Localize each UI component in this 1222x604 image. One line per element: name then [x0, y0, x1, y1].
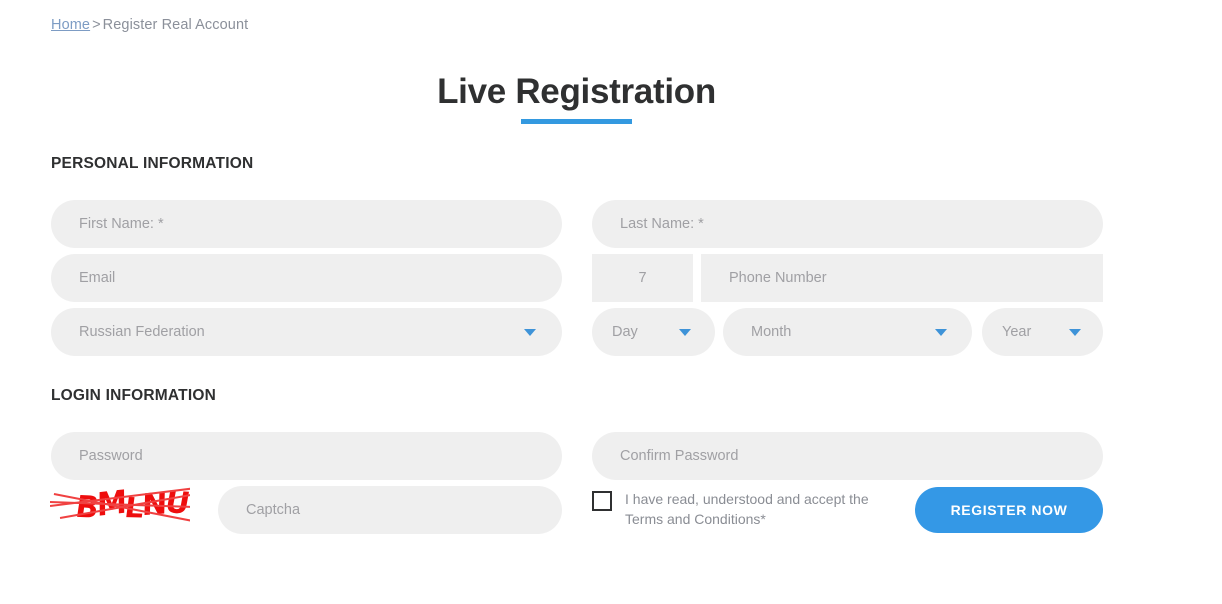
last-name-input[interactable]: Last Name: *	[592, 200, 1103, 248]
chevron-down-icon	[524, 329, 536, 336]
terms-checkbox[interactable]	[592, 491, 612, 511]
breadcrumb-separator: >	[92, 17, 101, 33]
captcha-char-1: B	[73, 489, 100, 526]
captcha-image: BMLNU	[50, 487, 190, 531]
chevron-down-icon	[679, 329, 691, 336]
country-select[interactable]: Russian Federation	[51, 308, 562, 356]
password-placeholder: Password	[79, 448, 143, 464]
breadcrumb-home-link[interactable]: Home	[51, 17, 90, 33]
registration-page: Home > Register Real Account Live Registra…	[0, 0, 1222, 604]
section-heading-personal-information: PERSONAL INFORMATION	[51, 155, 254, 172]
country-select-value: Russian Federation	[79, 324, 205, 340]
last-name-placeholder: Last Name: *	[620, 216, 704, 232]
birth-day-value: Day	[612, 324, 638, 340]
captcha-placeholder: Captcha	[246, 502, 301, 518]
email-input[interactable]: Email	[51, 254, 562, 302]
title-accent-bar	[521, 119, 632, 124]
confirm-password-input[interactable]: Confirm Password	[592, 432, 1103, 480]
phone-number-input[interactable]: Phone Number	[701, 254, 1103, 302]
confirm-password-placeholder: Confirm Password	[620, 448, 739, 464]
section-heading-login-information: LOGIN INFORMATION	[51, 387, 216, 404]
breadcrumb-current: Register Real Account	[102, 17, 249, 33]
chevron-down-icon	[935, 329, 947, 336]
phone-number-placeholder: Phone Number	[729, 270, 827, 286]
first-name-placeholder: First Name: *	[79, 216, 164, 232]
chevron-down-icon	[1069, 329, 1081, 336]
email-placeholder: Email	[79, 270, 116, 286]
country-code-input[interactable]: 7	[592, 254, 693, 302]
first-name-input[interactable]: First Name: *	[51, 200, 562, 248]
register-now-button[interactable]: REGISTER NOW	[915, 487, 1103, 533]
birth-year-value: Year	[1002, 324, 1032, 340]
birth-month-value: Month	[751, 324, 792, 340]
terms-label: I have read, understood and accept the T…	[625, 491, 869, 527]
page-title: Live Registration	[437, 72, 716, 111]
password-input[interactable]: Password	[51, 432, 562, 480]
country-code-value: 7	[638, 270, 647, 286]
birth-day-select[interactable]: Day	[592, 308, 715, 356]
birth-year-select[interactable]: Year	[982, 308, 1103, 356]
captcha-input[interactable]: Captcha	[218, 486, 562, 534]
birth-month-select[interactable]: Month	[723, 308, 972, 356]
terms-acceptance-group: I have read, understood and accept the T…	[592, 489, 892, 529]
breadcrumb: Home > Register Real Account	[51, 17, 248, 33]
